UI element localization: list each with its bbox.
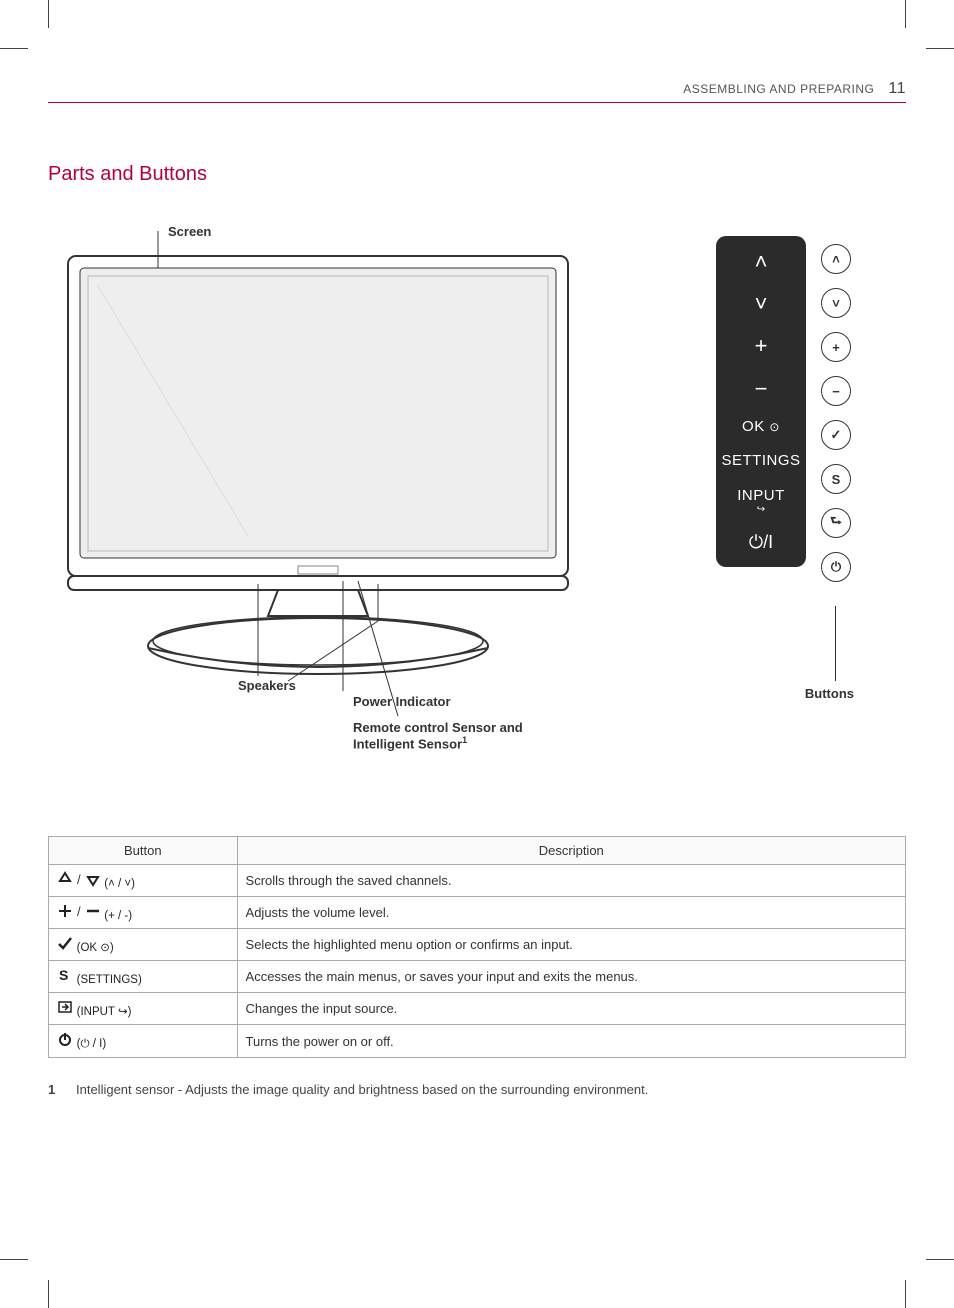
panel-power-icon: ⏻/I — [749, 533, 773, 553]
panel-down-icon: ˅ — [755, 292, 768, 316]
label-screen: Screen — [168, 224, 211, 239]
ok-icon — [57, 935, 73, 951]
header-section: ASSEMBLING AND PREPARING — [683, 82, 874, 96]
panel-ok-label: OK ⊙ — [742, 419, 780, 436]
desc-cell: Turns the power on or off. — [237, 1025, 905, 1058]
desc-cell: Adjusts the volume level. — [237, 897, 905, 929]
table-row: (OK ⊙) Selects the highlighted menu opti… — [49, 929, 906, 961]
footnote-text: Intelligent sensor - Adjusts the image q… — [76, 1082, 648, 1097]
power-icon — [57, 1031, 73, 1047]
table-row: / (˄ / ˅) Scrolls through the saved chan… — [49, 865, 906, 897]
label-speakers: Speakers — [238, 678, 296, 693]
footnote: 1 Intelligent sensor - Adjusts the image… — [48, 1082, 906, 1097]
panel-up-icon: ˄ — [755, 250, 768, 274]
table-row: S (SETTINGS) Accesses the main menus, or… — [49, 961, 906, 993]
tv-diagram: Screen Speakers Power Indicator Remote c… — [48, 226, 906, 786]
panel-plus-icon: + — [755, 334, 768, 358]
button-minus[interactable]: − — [821, 376, 851, 406]
label-buttons: Buttons — [805, 686, 854, 701]
input-icon — [57, 999, 73, 1015]
desc-cell: Accesses the main menus, or saves your i… — [237, 961, 905, 993]
panel-settings-label: SETTINGS — [721, 453, 800, 470]
button-up[interactable]: ˄ — [821, 244, 851, 274]
updown-icon: / — [57, 871, 101, 887]
panel-minus-icon: − — [755, 377, 768, 401]
table-row: / (+ / -) Adjusts the volume level. — [49, 897, 906, 929]
table-row: (⏻ / I) Turns the power on or off. — [49, 1025, 906, 1058]
button-power[interactable]: ⏻ — [821, 552, 851, 582]
physical-buttons-column: ˄ ˅ + − ✓ S ⮑ ⏻ — [821, 244, 851, 582]
button-down[interactable]: ˅ — [821, 288, 851, 318]
col-button: Button — [49, 837, 238, 865]
footnote-number: 1 — [48, 1082, 62, 1097]
desc-cell: Scrolls through the saved channels. — [237, 865, 905, 897]
tv-side-panel: ˄ ˅ + − OK ⊙ SETTINGS INPUT ↪ ⏻/I — [716, 236, 806, 567]
button-plus[interactable]: + — [821, 332, 851, 362]
button-input[interactable]: ⮑ — [821, 508, 851, 538]
button-ok[interactable]: ✓ — [821, 420, 851, 450]
tv-illustration — [48, 226, 608, 746]
page-number: 11 — [888, 80, 906, 98]
buttons-table: Button Description / (˄ / ˅) Scrolls thr… — [48, 836, 906, 1058]
plusminus-icon: / — [57, 903, 101, 919]
label-remote-sensor: Remote control Sensor and Intelligent Se… — [353, 720, 553, 751]
panel-input-label: INPUT ↪ — [737, 488, 785, 516]
settings-icon: S — [57, 967, 73, 983]
button-settings[interactable]: S — [821, 464, 851, 494]
label-power-indicator: Power Indicator — [353, 694, 451, 709]
desc-cell: Selects the highlighted menu option or c… — [237, 929, 905, 961]
svg-text:S: S — [59, 967, 68, 983]
table-row: (INPUT ↪) Changes the input source. — [49, 993, 906, 1025]
desc-cell: Changes the input source. — [237, 993, 905, 1025]
col-description: Description — [237, 837, 905, 865]
page-header: ASSEMBLING AND PREPARING 11 — [48, 80, 906, 103]
section-title: Parts and Buttons — [48, 163, 906, 186]
